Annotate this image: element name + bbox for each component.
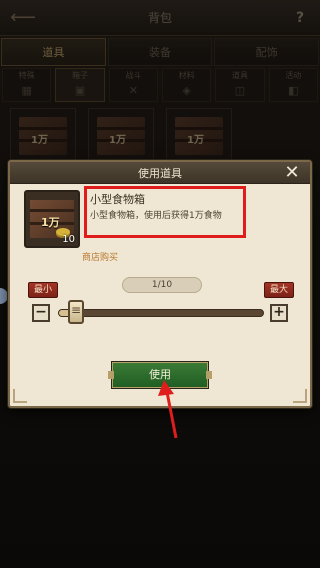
use-button[interactable]: 使用 — [108, 362, 212, 388]
use-item-dialog: 使用道具 ✕ 1万 10 小型食物箱 小型食物箱，使用后获得1万食物 商店购买 … — [8, 160, 312, 408]
increment-button[interactable]: + — [270, 304, 288, 322]
item-description: 小型食物箱，使用后获得1万食物 — [90, 211, 222, 221]
close-icon[interactable]: ✕ — [282, 163, 302, 183]
corner-ornament — [293, 389, 307, 403]
min-button[interactable]: 最小 — [28, 282, 58, 298]
item-badge: 1万 — [41, 216, 60, 229]
shop-buy-link[interactable]: 商店购买 — [82, 250, 118, 263]
food-crate-icon: 1万 10 — [24, 190, 80, 248]
quantity-slider-track[interactable] — [58, 309, 264, 317]
item-name: 小型食物箱 — [90, 193, 145, 206]
dialog-title: 使用道具 — [138, 167, 182, 180]
corner-ornament — [13, 389, 27, 403]
max-button[interactable]: 最大 — [264, 282, 294, 298]
decrement-button[interactable]: − — [32, 304, 50, 322]
dialog-header: 使用道具 ✕ — [10, 162, 310, 184]
item-count: 10 — [62, 234, 75, 245]
quantity-display: 1/10 — [122, 277, 202, 293]
slider-handle[interactable] — [68, 300, 84, 324]
